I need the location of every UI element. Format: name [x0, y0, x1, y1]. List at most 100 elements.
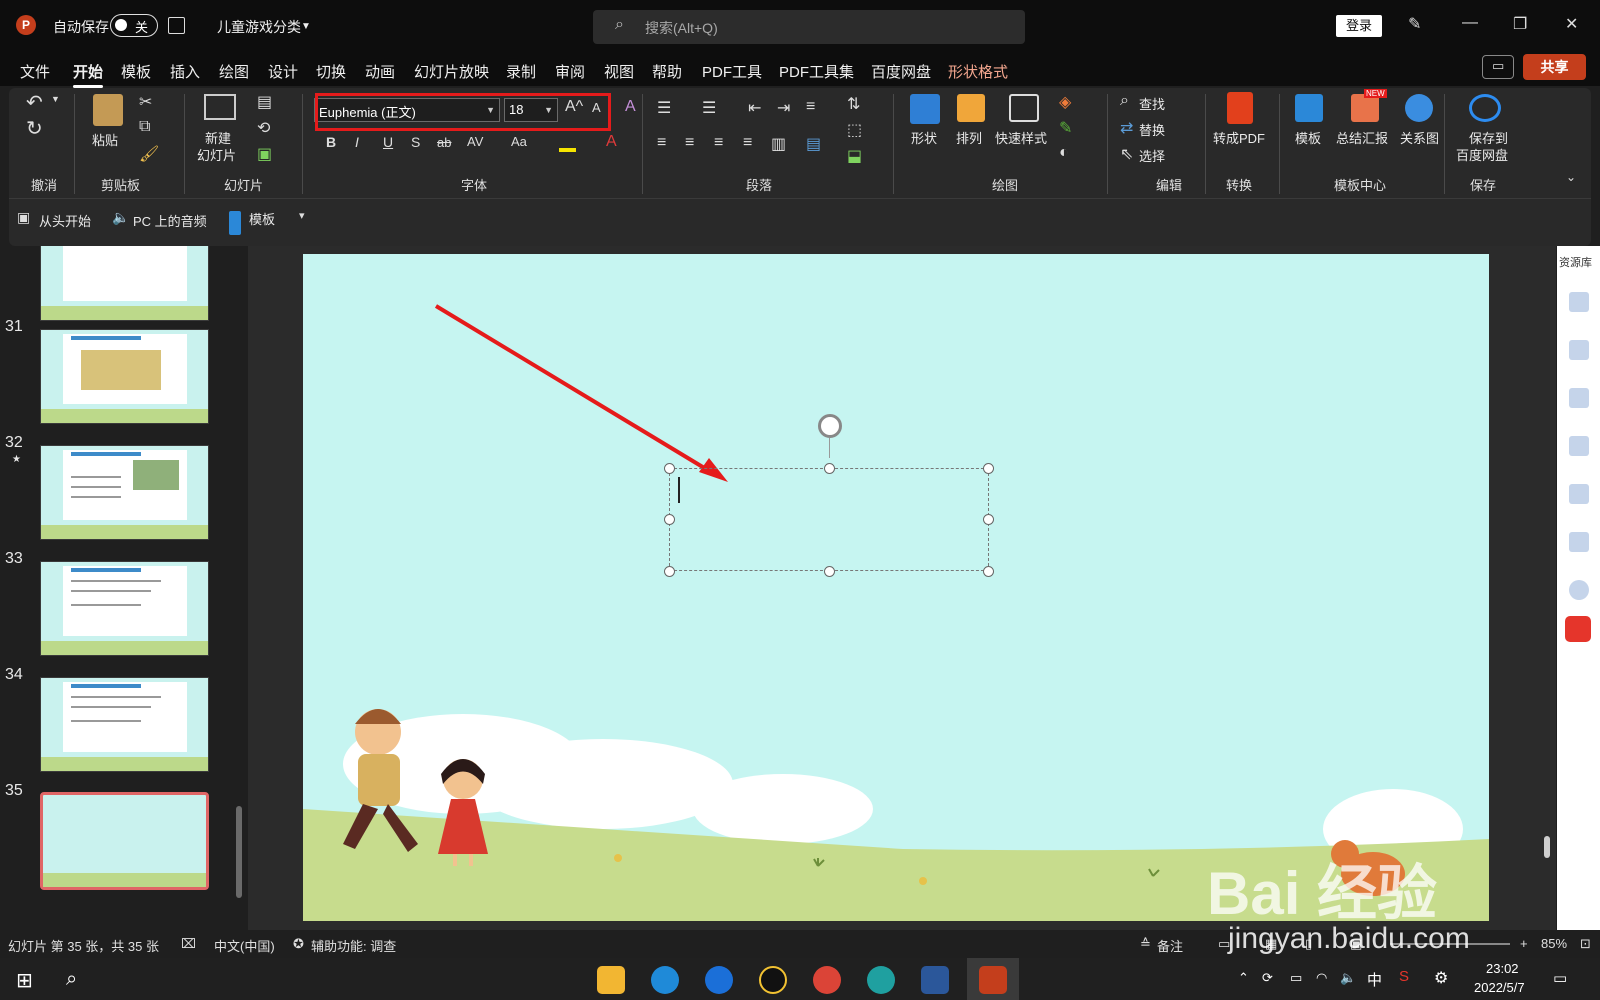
align-right-icon[interactable]: ≡: [714, 134, 723, 152]
reset-icon[interactable]: ⟲: [257, 118, 270, 138]
slide-thumbnail[interactable]: [40, 561, 209, 656]
resize-handle[interactable]: [824, 566, 835, 577]
save-to-label-2[interactable]: 百度网盘: [1456, 145, 1508, 164]
tab-view[interactable]: 视图: [604, 61, 634, 82]
columns-icon[interactable]: ▥: [771, 134, 786, 154]
resize-handle[interactable]: [664, 566, 675, 577]
cut-icon[interactable]: ✂: [139, 92, 152, 112]
replace-label[interactable]: 替换: [1139, 120, 1165, 139]
resource-icon[interactable]: [1569, 388, 1589, 408]
replace-icon[interactable]: ⇄: [1120, 118, 1133, 138]
volume-icon[interactable]: 🔈: [1340, 970, 1356, 986]
tab-record[interactable]: 录制: [506, 61, 536, 82]
save-icon[interactable]: [168, 17, 185, 34]
clock-time[interactable]: 23:02: [1486, 961, 1519, 976]
resize-handle[interactable]: [824, 463, 835, 474]
slide-thumbnail[interactable]: [40, 329, 209, 424]
relation-icon[interactable]: [1405, 94, 1433, 122]
highlight-color-icon[interactable]: [559, 138, 576, 152]
tray-chevron-icon[interactable]: ⌃: [1238, 970, 1249, 986]
quick-styles-label[interactable]: 快速样式: [995, 128, 1047, 147]
autosave-toggle[interactable]: 关: [110, 14, 158, 37]
resize-handle[interactable]: [983, 566, 994, 577]
rotate-handle-icon[interactable]: [818, 414, 842, 438]
resource-icon[interactable]: [1569, 532, 1589, 552]
increase-indent-icon[interactable]: ⇥: [777, 98, 790, 118]
strikethrough-icon[interactable]: ab: [437, 135, 451, 150]
selected-text-box[interactable]: [669, 468, 989, 571]
template-qat-label[interactable]: 模板: [249, 209, 275, 228]
align-left-icon[interactable]: ≡: [657, 134, 666, 152]
spell-check-icon[interactable]: ⌧: [181, 936, 196, 952]
resource-icon[interactable]: [1569, 340, 1589, 360]
title-dropdown-icon[interactable]: ▼: [301, 21, 311, 32]
document-title[interactable]: 儿童游戏分类: [217, 17, 301, 37]
align-center-icon[interactable]: ≡: [685, 134, 694, 152]
tab-transitions[interactable]: 切换: [316, 61, 346, 82]
template-label[interactable]: 模板: [1295, 128, 1321, 147]
close-icon[interactable]: ✕: [1565, 14, 1578, 34]
restore-icon[interactable]: ❐: [1513, 14, 1527, 34]
tab-template[interactable]: 模板: [121, 61, 151, 82]
to-pdf-label[interactable]: 转成PDF: [1213, 128, 1265, 147]
decrease-indent-icon[interactable]: ⇤: [748, 98, 761, 118]
ime-indicator[interactable]: 中: [1367, 969, 1382, 990]
copy-icon[interactable]: ⧉: [139, 118, 150, 136]
notes-button[interactable]: 备注: [1157, 936, 1183, 955]
from-start-label[interactable]: 从头开始: [39, 211, 91, 230]
tab-home[interactable]: 开始: [73, 61, 104, 88]
search-box[interactable]: ⌕ 搜索(Alt+Q): [593, 10, 1025, 44]
baidu-cloud-icon[interactable]: [1469, 94, 1501, 122]
edge-icon[interactable]: [867, 966, 895, 994]
tab-insert[interactable]: 插入: [170, 61, 200, 82]
resize-handle[interactable]: [983, 514, 994, 525]
line-spacing-icon[interactable]: ≡: [806, 98, 815, 116]
summary-label[interactable]: 总结汇报: [1336, 128, 1388, 147]
slide-thumbnail[interactable]: [40, 246, 209, 321]
zoom-level[interactable]: 85%: [1541, 936, 1567, 951]
tab-help[interactable]: 帮助: [652, 61, 682, 82]
tab-baidu-netdisk[interactable]: 百度网盘: [871, 61, 931, 82]
pen-icon[interactable]: ✎: [1408, 14, 1421, 34]
sogou-ime-icon[interactable]: S: [1399, 968, 1409, 985]
notification-icon[interactable]: ▭: [1553, 969, 1567, 987]
fit-slide-icon[interactable]: ⊡: [1580, 936, 1591, 952]
template-icon[interactable]: [1295, 94, 1323, 122]
resize-handle[interactable]: [983, 463, 994, 474]
slide-thumbnail-selected[interactable]: [40, 792, 209, 890]
pc-audio-label[interactable]: PC 上的音频: [133, 211, 207, 230]
resize-handle[interactable]: [664, 463, 675, 474]
redo-icon[interactable]: ↻: [26, 116, 43, 141]
format-painter-icon[interactable]: 🖌: [139, 144, 159, 164]
tab-animations[interactable]: 动画: [365, 61, 395, 82]
italic-icon[interactable]: I: [355, 134, 359, 150]
accessibility-status[interactable]: 辅助功能: 调查: [311, 936, 396, 955]
shape-outline-icon[interactable]: ✎: [1059, 118, 1072, 138]
clock-date[interactable]: 2022/5/7: [1474, 980, 1525, 995]
file-explorer-icon[interactable]: [597, 966, 625, 994]
chrome-icon[interactable]: [813, 966, 841, 994]
resource-icon[interactable]: [1569, 436, 1589, 456]
shape-fill-icon[interactable]: ◈: [1059, 92, 1071, 112]
undo-dropdown-icon[interactable]: ▼: [51, 94, 60, 104]
font-color-icon[interactable]: A: [606, 133, 617, 151]
resource-icon[interactable]: [1569, 292, 1589, 312]
slide-thumbnail[interactable]: [40, 677, 209, 772]
arrange-icon[interactable]: [957, 94, 985, 122]
ie-browser-icon[interactable]: [651, 966, 679, 994]
resource-icon[interactable]: [1569, 484, 1589, 504]
justify-icon[interactable]: ≡: [743, 134, 752, 152]
paste-label[interactable]: 粘贴: [92, 130, 118, 149]
section-icon[interactable]: ▣: [257, 144, 272, 164]
from-start-icon[interactable]: ▣: [17, 209, 30, 226]
shapes-icon[interactable]: [910, 94, 940, 124]
collapse-ribbon-icon[interactable]: ⌄: [1566, 170, 1576, 184]
undo-icon[interactable]: ↶: [26, 90, 43, 115]
word-icon[interactable]: [921, 966, 949, 994]
select-label[interactable]: 选择: [1139, 146, 1165, 165]
tab-slideshow[interactable]: 幻灯片放映: [414, 61, 489, 82]
align-text-icon[interactable]: ⬚: [847, 120, 862, 140]
language-status[interactable]: 中文(中国): [214, 936, 275, 955]
tab-pdf-toolset[interactable]: PDF工具集: [779, 61, 854, 82]
settings-gear-icon[interactable]: ⚙: [1434, 968, 1448, 988]
